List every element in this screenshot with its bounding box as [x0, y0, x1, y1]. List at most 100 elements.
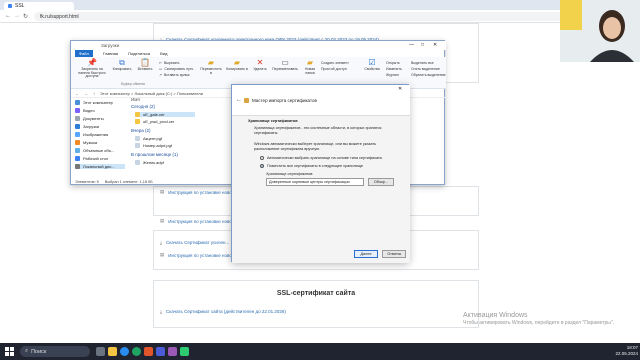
document-icon [135, 160, 140, 165]
app-taskbar-icon[interactable] [156, 347, 165, 356]
up-icon[interactable]: ↑ [93, 91, 95, 96]
start-icon[interactable] [5, 347, 14, 356]
presenter-avatar [560, 0, 640, 62]
group-last-month[interactable]: В прошлом месяце (1) [131, 152, 178, 157]
edge-taskbar-icon[interactable] [132, 347, 141, 356]
reload-icon[interactable]: ↻ [23, 13, 28, 20]
file-item[interactable]: Акцепт.pgf [135, 136, 162, 141]
radio-selected-icon [260, 164, 264, 168]
open-button[interactable]: Открыть [386, 61, 400, 65]
radio-icon [260, 156, 264, 160]
file-item[interactable]: oE_pwd_prod.cer [135, 119, 174, 124]
invert-selection-button[interactable]: Обратить выделение [411, 73, 446, 77]
instruction-link[interactable]: ▤ Инструкция по установке нового... [160, 189, 240, 195]
pin-button[interactable]: 📌 Закрепить на панели быстрого доступа [75, 58, 109, 79]
cut-button[interactable]: ✂ Вырезать [159, 61, 180, 65]
properties-button[interactable]: ☑ Свойства [361, 58, 383, 72]
group-today[interactable]: Сегодня (2) [131, 104, 155, 109]
url-text: fk.ru/support.html [40, 13, 79, 20]
menu-home[interactable]: Главная [103, 51, 118, 56]
address-bar[interactable]: fk.ru/support.html [34, 12, 594, 21]
ssl-download-link[interactable]: ⤓ Скачать Сертификат сайта (действителен… [160, 309, 286, 314]
back-icon[interactable]: ← [5, 13, 11, 19]
nav-item-desktop[interactable]: Рабочий стол [75, 156, 108, 161]
file-item[interactable]: oE_gate.cer [135, 112, 195, 117]
app-taskbar-icon[interactable] [168, 347, 177, 356]
scissors-icon: ✂ [159, 61, 162, 65]
ssl-section-title: SSL-сертификат сайта [276, 290, 356, 297]
nav-item-local-disk[interactable]: Локальный дис... [75, 164, 125, 169]
video-icon [75, 108, 80, 113]
instruction-link[interactable]: ▤ Инструкция по установке нового... [160, 218, 240, 224]
system-clock[interactable]: 18:07 22.05.2024 [592, 345, 638, 358]
file-list: Имя Сегодня (2) oE_gate.cer oE_pwd_prod.… [129, 97, 239, 178]
forward-icon[interactable]: → [84, 91, 88, 96]
back-arrow-icon[interactable]: ← [236, 97, 242, 103]
group-yesterday[interactable]: Вчера (2) [131, 128, 150, 133]
nav-item-music[interactable]: Музыка [75, 140, 97, 145]
edit-button[interactable]: Изменить [386, 67, 402, 71]
store-field[interactable]: Доверенные корневые центры сертификации [266, 178, 364, 186]
document-icon: ▤ [160, 189, 165, 194]
browser-tab[interactable]: SSL [4, 2, 74, 10]
browser-taskbar-icon[interactable] [120, 347, 129, 356]
auto-select-radio[interactable]: Автоматически выбрать хранилище на основ… [260, 156, 382, 160]
copy-to-button[interactable]: ▰ Копировать в [225, 58, 249, 72]
copy-button[interactable]: ⧉ Копировать [111, 58, 133, 72]
nav-item-3d-objects[interactable]: Объемные объ... [75, 148, 114, 153]
certificate-icon [135, 112, 140, 117]
paste-shortcut-button[interactable]: ↗ Вставить ярлык [159, 73, 190, 77]
cube-icon [75, 148, 80, 153]
next-button[interactable]: Далее [354, 250, 378, 258]
document-icon: ▤ [160, 252, 165, 257]
wizard-close-button[interactable]: ✕ [398, 86, 402, 92]
paste-button[interactable]: 📋 Вставить [135, 58, 155, 72]
easy-access-button[interactable]: Простой доступ [321, 67, 347, 71]
app-taskbar-icon[interactable] [180, 347, 189, 356]
wizard-header: ← Мастер импорта сертификатов ✕ [232, 85, 410, 115]
select-all-button[interactable]: Выделить все [411, 61, 434, 65]
search-icon: ⌕ [25, 348, 29, 354]
new-item-button[interactable]: Создать элемент [321, 61, 349, 65]
maximize-button[interactable]: □ [421, 42, 424, 48]
manual-store-radio[interactable]: Поместить все сертификаты в следующее хр… [260, 164, 363, 168]
back-icon[interactable]: ← [75, 91, 79, 96]
menu-view[interactable]: Вид [160, 51, 167, 56]
delete-button[interactable]: ✕ Удалить [251, 58, 269, 72]
move-to-button[interactable]: ▰ Переместить в [199, 58, 223, 75]
document-icon [135, 136, 140, 141]
file-item[interactable]: Номер.adpd.pgf [135, 143, 172, 148]
taskbar-search[interactable]: ⌕ Поиск [20, 346, 90, 357]
explorer-menu: Файл Главная Поделиться Вид [71, 50, 446, 57]
path-icon: ▭ [159, 67, 163, 71]
shortcut-icon: ↗ [159, 73, 162, 77]
nav-item-pictures[interactable]: Изображения [75, 132, 108, 137]
nav-item-documents[interactable]: Документы [75, 116, 104, 121]
file-item[interactable]: Женек.adpf [135, 160, 164, 165]
wizard-title: Мастер импорта сертификатов [252, 98, 317, 103]
column-header-name[interactable]: Имя [131, 97, 140, 102]
rename-button[interactable]: ▭ Переименовать [271, 58, 299, 72]
menu-file[interactable]: Файл [75, 50, 93, 57]
nav-item-downloads[interactable]: Загрузки [75, 124, 99, 129]
minimize-button[interactable]: — [409, 42, 414, 48]
download-link[interactable]: ⤓ Скачать Сертификат усилен... [160, 240, 229, 245]
select-none-button[interactable]: Снять выделение [411, 67, 440, 71]
new-folder-button[interactable]: ▰ Новая папка [301, 58, 319, 75]
documents-icon [75, 116, 80, 121]
instruction-link[interactable]: ▤ Инструкция по установке нового... [160, 252, 240, 258]
browser-tab-title: SSL [15, 3, 25, 9]
task-view-icon[interactable] [96, 347, 105, 356]
close-button[interactable]: ✕ [433, 42, 437, 48]
menu-share[interactable]: Поделиться [128, 51, 150, 56]
browse-button[interactable]: Обзор... [368, 178, 394, 186]
history-button[interactable]: Журнал [386, 73, 399, 77]
forward-icon[interactable]: → [14, 13, 20, 19]
explorer-taskbar-icon[interactable] [108, 347, 117, 356]
nav-item-this-pc[interactable]: Этот компьютер [75, 100, 113, 105]
copy-path-button[interactable]: ▭ Скопировать путь [159, 67, 193, 71]
mail-taskbar-icon[interactable] [144, 347, 153, 356]
address-path: Этот компьютер > Локальный диск (C:) > П… [100, 90, 203, 96]
cancel-button[interactable]: Отмена [382, 250, 406, 258]
nav-item-videos[interactable]: Видео [75, 108, 95, 113]
